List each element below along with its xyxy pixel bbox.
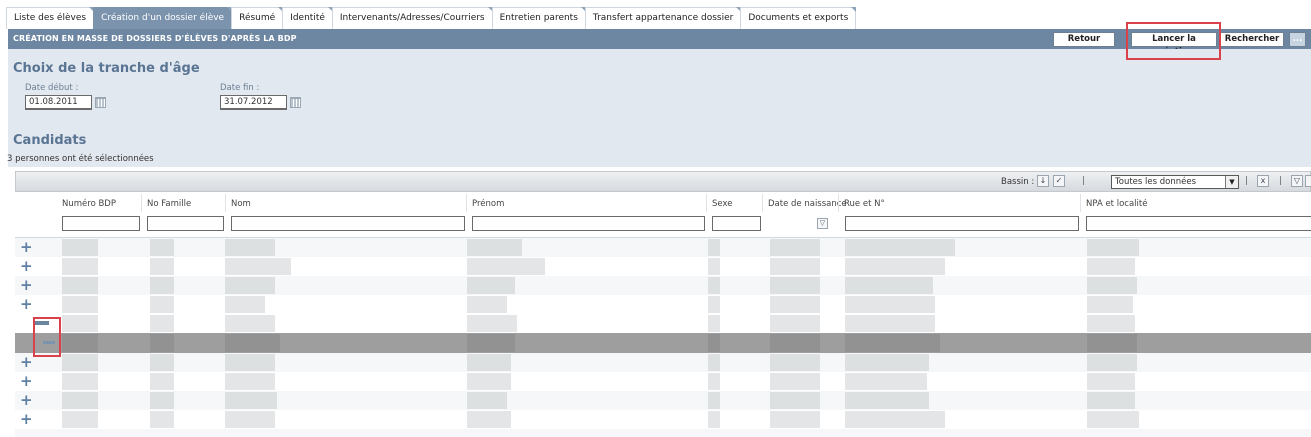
table-row[interactable]: +: [15, 353, 1311, 372]
col-no-famille[interactable]: No Famille: [147, 199, 191, 209]
date-filter-icon[interactable]: ▽: [817, 218, 828, 229]
criteria-panel: Choix de la tranche d'âge Date début : 0…: [7, 49, 1311, 167]
col-sexe[interactable]: Sexe: [712, 199, 732, 209]
col-npa-localite[interactable]: NPA et localité: [1086, 199, 1147, 209]
expand-row-icon[interactable]: +: [20, 259, 33, 274]
collapse-row-icon[interactable]: [35, 321, 49, 325]
tab-liste-eleves[interactable]: Liste des élèves: [6, 7, 95, 29]
retour-button[interactable]: Retour: [1053, 32, 1115, 47]
tab-creation-dossier[interactable]: Création d'un dossier élève: [93, 7, 233, 29]
table-row[interactable]: +: [15, 257, 1311, 276]
lancer-creation-button[interactable]: Lancer la création: [1131, 32, 1217, 57]
table-row[interactable]: [15, 429, 1311, 437]
filter-numero-bdp-input[interactable]: [62, 216, 140, 231]
column-divider: [466, 194, 467, 212]
table-row[interactable]: +: [15, 391, 1311, 410]
tab-resume[interactable]: Résumé: [231, 7, 284, 29]
bassin-label: Bassin :: [1001, 177, 1035, 187]
table-row[interactable]: +: [15, 295, 1311, 314]
expand-row-icon[interactable]: +: [20, 355, 33, 370]
data-filter-select[interactable]: Toutes les données ▼: [1111, 175, 1239, 189]
column-divider: [141, 194, 142, 212]
toolbar-separator: |: [1082, 176, 1086, 186]
col-numero-bdp[interactable]: Numéro BDP: [62, 199, 116, 209]
clear-filter-icon[interactable]: [1305, 175, 1311, 187]
col-date-naissance[interactable]: Date de naissance: [768, 199, 847, 209]
tab-bar: Liste des élèves Création d'un dossier é…: [6, 7, 857, 29]
column-divider: [225, 194, 226, 212]
excel-export-icon[interactable]: x: [1257, 175, 1269, 187]
check-icon[interactable]: ✓: [1053, 175, 1065, 187]
page-title: CRÉATION EN MASSE DE DOSSIERS D'ÉLÈVES D…: [13, 34, 297, 43]
col-rue[interactable]: Rue et N°: [844, 199, 885, 209]
calendar-icon[interactable]: [290, 97, 301, 108]
col-nom[interactable]: Nom: [231, 199, 251, 209]
filter-nom-input[interactable]: [231, 216, 465, 231]
table-row[interactable]: +: [15, 276, 1311, 295]
expand-row-icon[interactable]: +: [20, 412, 33, 427]
header-bar: CRÉATION EN MASSE DE DOSSIERS D'ÉLÈVES D…: [8, 29, 1311, 57]
column-divider: [1080, 194, 1081, 212]
rechercher-button[interactable]: Rechercher: [1220, 32, 1284, 47]
expand-row-icon[interactable]: +: [20, 374, 33, 389]
selected-table-row[interactable]: [15, 333, 1311, 353]
toolbar-separator: |: [1279, 176, 1283, 186]
table-row[interactable]: [15, 314, 1311, 333]
toolbar-separator: |: [1245, 176, 1249, 186]
table-row[interactable]: +: [15, 372, 1311, 391]
more-button[interactable]: ...: [1289, 32, 1306, 47]
expand-row-icon[interactable]: +: [20, 393, 33, 408]
col-prenom[interactable]: Prénom: [472, 199, 504, 209]
table-row[interactable]: +: [15, 410, 1311, 429]
filter-sexe-input[interactable]: [712, 216, 761, 231]
start-date-label: Date début :: [25, 83, 79, 93]
expand-row-icon[interactable]: +: [20, 278, 33, 293]
filter-no-famille-input[interactable]: [147, 216, 224, 231]
column-divider: [706, 194, 707, 212]
chevron-down-icon[interactable]: ▼: [1225, 176, 1238, 188]
candidates-title: Candidats: [13, 133, 87, 148]
grid-header: Numéro BDP No Famille Nom Prénom Sexe Da…: [15, 192, 1311, 238]
column-divider: [762, 194, 763, 212]
tab-identite[interactable]: Identité: [282, 7, 333, 29]
table-row[interactable]: +: [15, 238, 1311, 257]
grid-toolbar: Bassin : ↓ ✓ | Toutes les données ▼ | x …: [15, 171, 1311, 192]
filter-prenom-input[interactable]: [472, 216, 705, 231]
tab-intervenants[interactable]: Intervenants/Adresses/Courriers: [331, 7, 493, 29]
filter-npa-input[interactable]: [1086, 216, 1311, 231]
tab-entretien-parents[interactable]: Entretien parents: [491, 7, 587, 29]
expand-row-icon[interactable]: +: [20, 297, 33, 312]
data-filter-value: Toutes les données: [1115, 177, 1197, 187]
calendar-icon[interactable]: [95, 97, 106, 108]
end-date-input[interactable]: 31.07.2012: [220, 95, 287, 110]
start-date-input[interactable]: 01.08.2011: [25, 95, 92, 110]
column-divider: [838, 194, 839, 212]
expand-row-icon[interactable]: +: [20, 240, 33, 255]
filter-rue-input[interactable]: [845, 216, 1079, 231]
filter-icon[interactable]: ▽: [1291, 175, 1303, 187]
tab-transfert[interactable]: Transfert appartenance dossier: [584, 7, 742, 29]
check-down-icon[interactable]: ↓: [1037, 175, 1049, 187]
age-range-title: Choix de la tranche d'âge: [13, 61, 200, 76]
collapse-row-icon[interactable]: [43, 341, 55, 344]
selection-count: 3 personnes ont été sélectionnées: [7, 154, 154, 164]
end-date-label: Date fin :: [220, 83, 260, 93]
tab-documents-exports[interactable]: Documents et exports: [740, 7, 857, 29]
